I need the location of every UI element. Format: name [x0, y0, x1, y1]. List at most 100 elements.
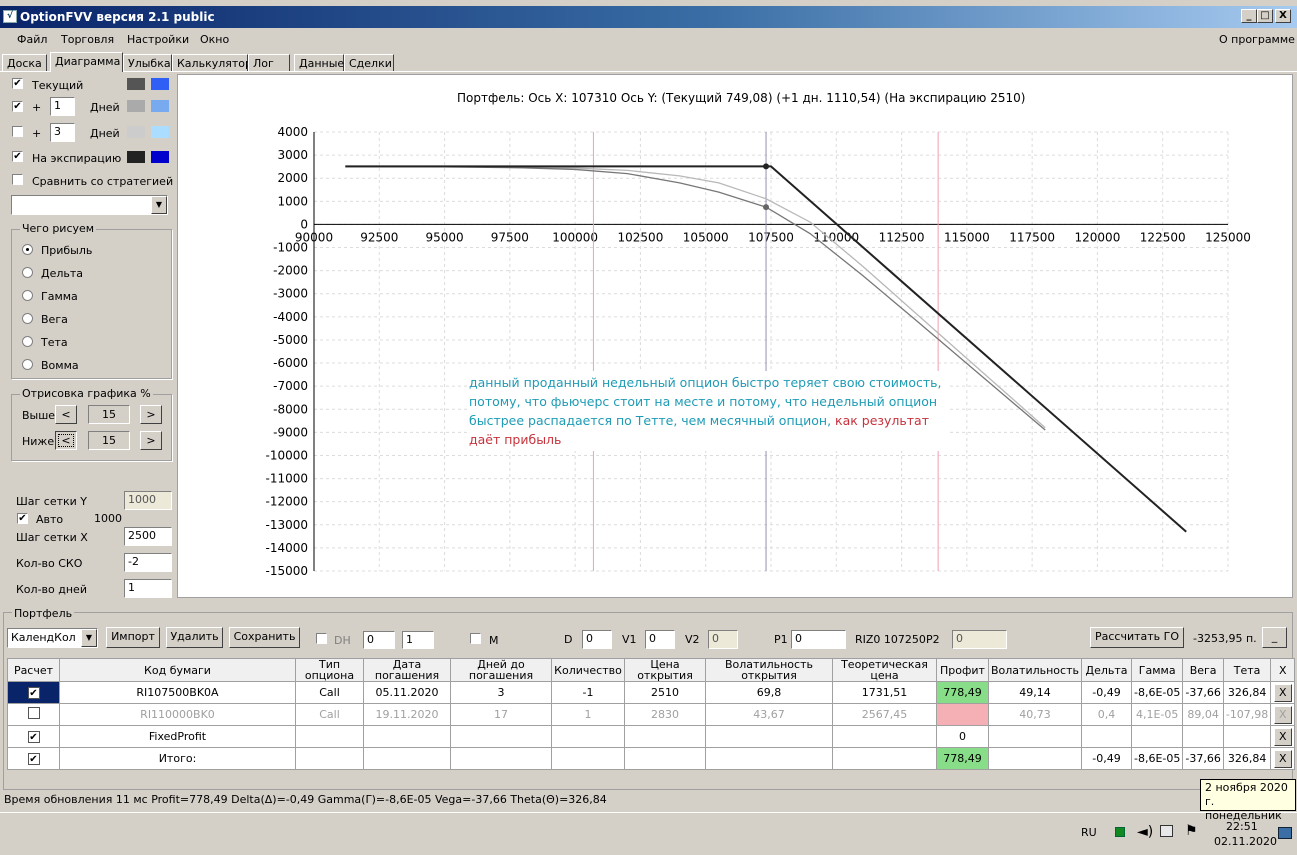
calc-checkbox-cell[interactable]: ✔ — [7, 725, 60, 748]
col-header[interactable]: Расчет — [7, 658, 60, 682]
menu-trading[interactable]: Торговля — [61, 33, 114, 46]
col-header[interactable]: Тета — [1222, 658, 1272, 682]
calc-checkbox-cell[interactable]: ✔ — [7, 681, 60, 704]
expiry-color-black[interactable] — [127, 151, 145, 163]
plus1-color-gray[interactable] — [127, 100, 145, 112]
col-header[interactable]: Теоретическая цена — [832, 658, 937, 682]
remove-row-button[interactable]: X — [1273, 683, 1292, 702]
current-color-gray[interactable] — [127, 78, 145, 90]
tray-date[interactable]: 02.11.2020 — [1214, 835, 1277, 848]
above-increase-button[interactable]: > — [140, 405, 162, 424]
close-button[interactable]: X — [1275, 9, 1291, 23]
dh-checkbox[interactable] — [316, 633, 327, 644]
col-header[interactable]: Дельта — [1080, 658, 1132, 682]
col-header[interactable]: Волатильность открытия — [705, 658, 833, 682]
col-header[interactable]: Цена открытия — [624, 658, 706, 682]
current-color-blue[interactable] — [151, 78, 169, 90]
option-row[interactable]: RI110000BK0 Call 19.11.2020 17 1 2830 43,67 256… — [7, 703, 1296, 726]
import-button[interactable]: Импорт — [106, 627, 160, 648]
expiry-color-blue[interactable] — [151, 151, 169, 163]
calc-checkbox-cell[interactable]: ✔ — [7, 747, 60, 770]
above-decrease-button[interactable]: < — [55, 405, 77, 424]
tab-smile[interactable]: Улыбка — [123, 54, 172, 72]
remove-row-button[interactable]: X — [1273, 749, 1292, 768]
remove-row-cell[interactable]: X — [1270, 703, 1296, 726]
plus1-checkbox[interactable]: ✔ — [12, 101, 23, 112]
plus3-checkbox[interactable] — [12, 126, 23, 137]
radio-gamma[interactable] — [22, 290, 33, 301]
save-button[interactable]: Сохранить — [229, 627, 300, 648]
radio-theta[interactable] — [22, 336, 33, 347]
tab-deals[interactable]: Сделки — [344, 54, 394, 72]
radio-vega[interactable] — [22, 313, 33, 324]
ndays-input[interactable]: 1 — [124, 579, 172, 598]
col-header[interactable]: Волатильность — [988, 658, 1082, 682]
col-header[interactable]: Количество — [551, 658, 625, 682]
volume-icon[interactable]: ◄) — [1137, 824, 1153, 840]
tab-diagram[interactable]: Диаграмма — [50, 52, 123, 72]
strategy-combo[interactable]: ▼ — [11, 195, 168, 215]
total-row[interactable]: ✔ Итого: 778,49 -0,49 -8,6E-05 -37,66 326,84 X — [7, 747, 1296, 770]
dh-spin1[interactable]: 0 — [363, 631, 395, 649]
calc-go-button[interactable]: Рассчитать ГО — [1090, 627, 1184, 648]
lang-indicator[interactable]: RU — [1081, 826, 1097, 839]
network-icon[interactable] — [1115, 827, 1125, 837]
col-header[interactable]: Тип опциона — [295, 658, 364, 682]
radio-profit[interactable] — [22, 244, 33, 255]
dh-spin2[interactable]: 1 — [402, 631, 434, 649]
tab-board[interactable]: Доска — [2, 54, 47, 72]
remove-row-cell[interactable]: X — [1270, 681, 1296, 704]
menu-window[interactable]: Окно — [200, 33, 229, 46]
radio-delta[interactable] — [22, 267, 33, 278]
col-header[interactable]: Дней до погашения — [450, 658, 552, 682]
tab-log[interactable]: Лог — [248, 54, 290, 72]
step-x-input[interactable]: 2500 — [124, 527, 172, 546]
plus3-days-input[interactable]: 3 — [50, 123, 75, 142]
tab-data[interactable]: Данные — [294, 54, 344, 72]
calc-checkbox-cell[interactable] — [7, 703, 60, 726]
v2-input[interactable]: 0 — [708, 630, 738, 649]
plus1-color-blue[interactable] — [151, 100, 169, 112]
minimize-button[interactable]: _ — [1241, 9, 1257, 23]
plus1-days-input[interactable]: 1 — [50, 97, 75, 116]
expiry-checkbox[interactable]: ✔ — [12, 151, 23, 162]
option-row[interactable]: ✔ RI107500BK0A Call 05.11.2020 3 -1 2510 69,8 17… — [7, 681, 1296, 704]
menu-about[interactable]: О программе — [1219, 33, 1295, 46]
remove-row-cell[interactable]: X — [1270, 747, 1296, 770]
delete-button[interactable]: Удалить — [166, 627, 223, 648]
maximize-button[interactable]: □ — [1257, 9, 1273, 23]
p1-input[interactable]: 0 — [791, 630, 846, 649]
d-input[interactable]: 0 — [582, 630, 612, 649]
calc-checkbox[interactable] — [27, 707, 40, 719]
collapse-button[interactable]: _ — [1262, 627, 1287, 648]
col-header[interactable]: Вега — [1182, 658, 1224, 682]
portfolio-combo[interactable]: КалендКол ▼ — [7, 628, 98, 648]
col-header[interactable]: X — [1270, 658, 1296, 682]
col-header[interactable]: Код бумаги — [59, 658, 296, 682]
calc-checkbox[interactable]: ✔ — [27, 687, 40, 699]
auto-checkbox[interactable]: ✔ — [17, 513, 28, 524]
col-header[interactable]: Профит — [936, 658, 989, 682]
col-header[interactable]: Гамма — [1130, 658, 1184, 682]
menu-file[interactable]: Файл — [17, 33, 47, 46]
flag-icon[interactable]: ⚑ — [1185, 823, 1198, 839]
plus3-color-blue[interactable] — [151, 126, 169, 138]
calc-checkbox[interactable]: ✔ — [27, 753, 40, 765]
fixedprofit-row[interactable]: ✔ FixedProfit 0 X — [7, 725, 1296, 748]
step-y-input[interactable]: 1000 — [124, 491, 172, 510]
remove-row-button[interactable]: X — [1273, 705, 1292, 724]
monitor-icon[interactable] — [1160, 825, 1173, 837]
remove-row-cell[interactable]: X — [1270, 725, 1296, 748]
remove-row-button[interactable]: X — [1273, 727, 1292, 746]
chevron-down-icon[interactable]: ▼ — [81, 629, 97, 647]
plus3-color-gray[interactable] — [127, 126, 145, 138]
below-decrease-button[interactable]: < — [55, 431, 77, 450]
desktop-icon[interactable] — [1278, 827, 1292, 839]
m-checkbox[interactable] — [470, 633, 481, 644]
tab-calculator[interactable]: Калькулятор — [172, 54, 252, 72]
menu-settings[interactable]: Настройки — [127, 33, 189, 46]
col-header[interactable]: Дата погашения — [363, 658, 451, 682]
chevron-down-icon[interactable]: ▼ — [151, 196, 167, 214]
calc-checkbox[interactable]: ✔ — [27, 731, 40, 743]
sko-input[interactable]: -2 — [124, 553, 172, 572]
